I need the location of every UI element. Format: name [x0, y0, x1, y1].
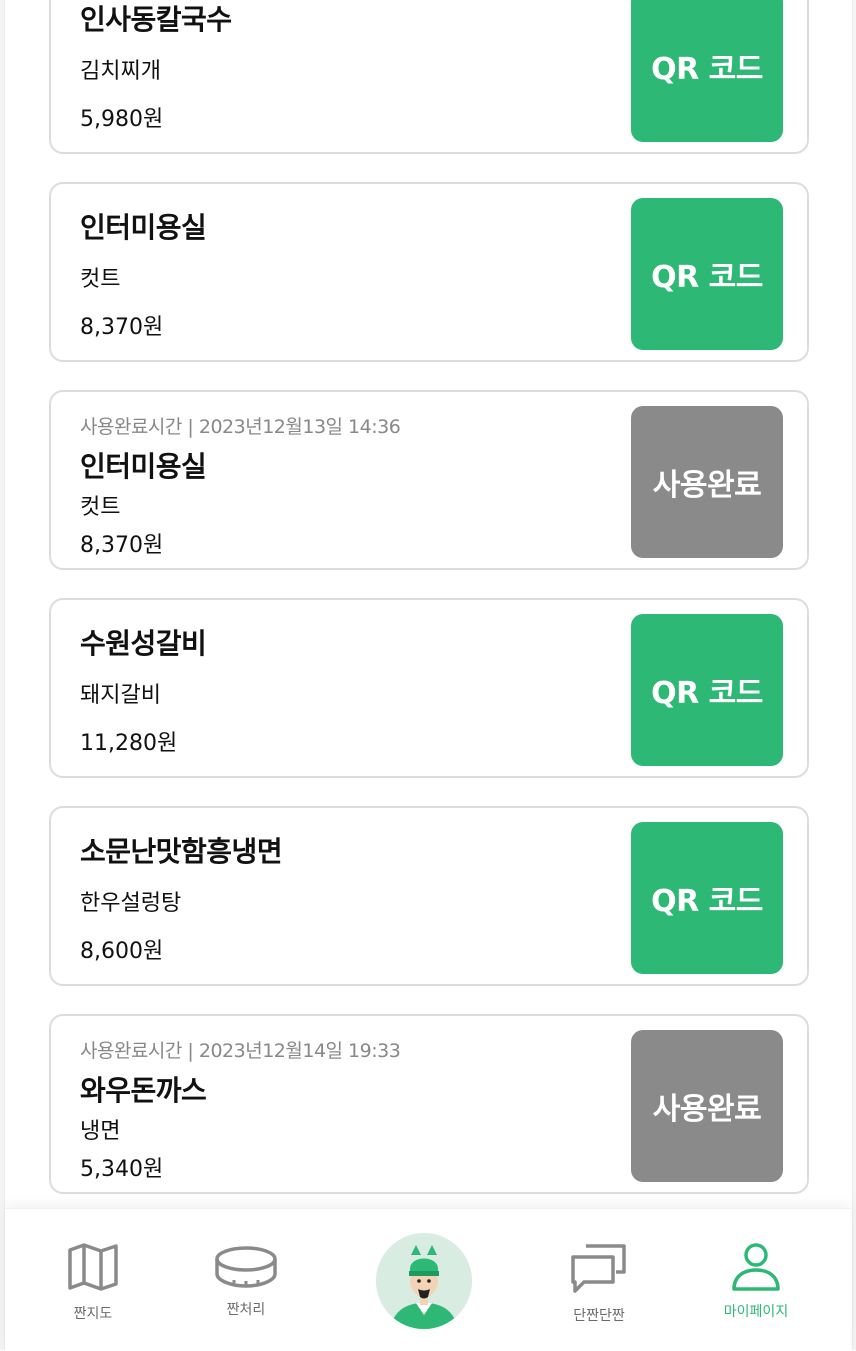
nav-label-chat: 단짠단짠	[573, 1308, 625, 1324]
price: 8,370원	[80, 533, 164, 558]
menu-name: 냉면	[80, 1119, 121, 1144]
qr-code-button[interactable]: QR 코드	[631, 614, 783, 766]
qr-code-button[interactable]: QR 코드	[631, 822, 783, 974]
nav-item-center[interactable]	[376, 1233, 472, 1329]
voucher-card: 소문난맛함흥냉면 한우설렁탕 8,600원 QR 코드	[49, 806, 809, 986]
store-name: 인사동칼국수	[80, 3, 232, 36]
left-frame-edge	[0, 0, 5, 1350]
store-name: 와우돈까스	[80, 1074, 207, 1107]
nav-item-map[interactable]: 짠지도	[23, 1209, 163, 1351]
price: 5,980원	[80, 107, 164, 132]
coin-icon	[215, 1246, 277, 1288]
voucher-card: 수원성갈비 돼지갈비 11,280원 QR 코드	[49, 598, 809, 778]
used-time: 사용완료시간 | 2023년12월13일 14:36	[80, 416, 401, 438]
nav-item-mypage[interactable]: 마이페이지	[686, 1209, 826, 1351]
store-name: 인터미용실	[80, 211, 207, 244]
nav-item-chat[interactable]: 단짠단짠	[529, 1209, 669, 1351]
map-icon	[68, 1243, 118, 1291]
chat-icon	[571, 1244, 626, 1293]
store-name: 인터미용실	[80, 450, 207, 483]
voucher-card: 인사동칼국수 김치찌개 5,980원 QR 코드	[49, 0, 809, 154]
price: 8,370원	[80, 315, 164, 340]
qr-code-button[interactable]: QR 코드	[631, 198, 783, 350]
right-frame-edge	[852, 0, 856, 1350]
menu-name: 컷트	[80, 267, 121, 292]
nav-label-map: 짠지도	[73, 1306, 113, 1322]
store-name: 소문난맛함흥냉면	[80, 835, 283, 868]
user-icon	[732, 1243, 780, 1291]
used-status-badge: 사용완료	[631, 1030, 783, 1182]
nav-item-coin[interactable]: 짠처리	[176, 1209, 316, 1351]
used-time: 사용완료시간 | 2023년12월14일 19:33	[80, 1040, 401, 1062]
nav-label-mypage: 마이페이지	[723, 1304, 789, 1320]
voucher-card-used: 사용완료시간 | 2023년12월13일 14:36 인터미용실 컷트 8,37…	[49, 390, 809, 570]
menu-name: 컷트	[80, 495, 121, 520]
nav-label-coin: 짠처리	[226, 1302, 266, 1318]
bottom-navigation: 짠지도 짠처리 단짠단짠 마이페이지	[5, 1208, 851, 1351]
qr-code-button[interactable]: QR 코드	[631, 0, 783, 142]
price: 5,340원	[80, 1157, 164, 1182]
voucher-card-used: 사용완료시간 | 2023년12월14일 19:33 와우돈까스 냉면 5,34…	[49, 1014, 809, 1194]
menu-name: 한우설렁탕	[80, 891, 182, 916]
menu-name: 돼지갈비	[80, 683, 161, 708]
store-name: 수원성갈비	[80, 627, 207, 660]
price: 8,600원	[80, 939, 164, 964]
price: 11,280원	[80, 731, 178, 756]
menu-name: 김치찌개	[80, 59, 161, 84]
mascot-icon	[376, 1233, 472, 1329]
voucher-card: 인터미용실 컷트 8,370원 QR 코드	[49, 182, 809, 362]
used-status-badge: 사용완료	[631, 406, 783, 558]
